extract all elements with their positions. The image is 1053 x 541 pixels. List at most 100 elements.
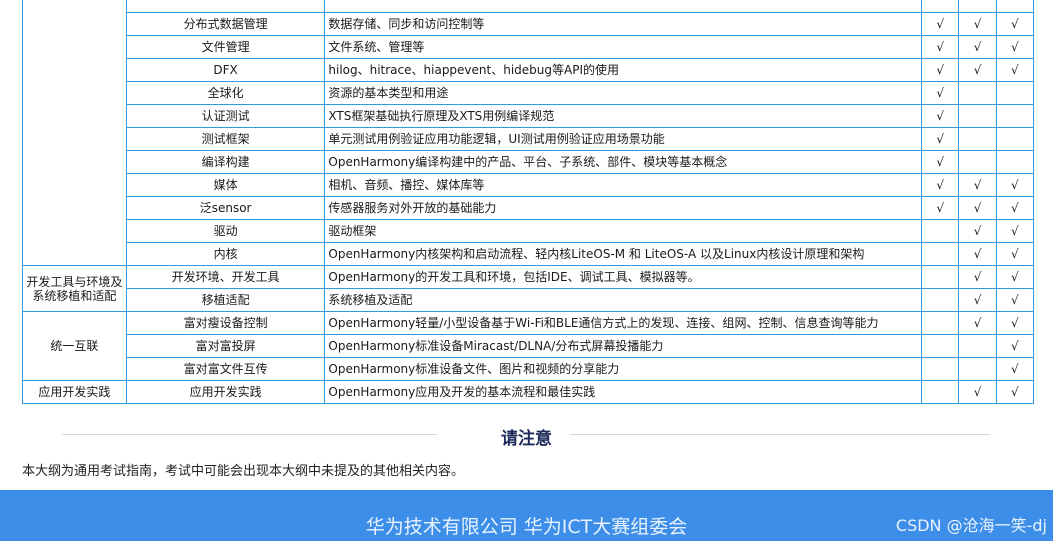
category-cell: 应用开发实践 — [22, 380, 127, 404]
check-cell — [921, 357, 960, 381]
description-cell: 资源的基本类型和用途 — [324, 81, 923, 105]
check-cell — [995, 0, 1035, 13]
description-cell: XTS框架基础执行原理及XTS用例编译规范 — [324, 104, 923, 128]
check-cell: √ — [921, 173, 960, 197]
item-cell: 内核 — [125, 242, 326, 266]
check-cell: √ — [995, 58, 1035, 82]
divider-right — [570, 434, 990, 435]
description-cell: 文件系统、管理等 — [324, 35, 923, 59]
notice-text: 本大纲为通用考试指南，考试中可能会出现本大纲中未提及的其他相关内容。 — [22, 464, 465, 479]
check-cell: √ — [958, 242, 997, 266]
check-cell: √ — [921, 58, 960, 82]
category-cell: 开发工具与环境及系统移植和适配 — [22, 265, 127, 312]
check-cell — [921, 334, 960, 358]
check-cell: √ — [921, 150, 960, 174]
item-cell: 分布式数据管理 — [125, 12, 326, 36]
check-cell — [958, 334, 997, 358]
item-cell: 测试框架 — [125, 127, 326, 151]
check-cell: √ — [921, 127, 960, 151]
description-cell: 数据存储、同步和访问控制等 — [324, 12, 923, 36]
description-cell: 系统移植及适配 — [324, 288, 923, 312]
check-cell — [995, 104, 1035, 128]
check-cell: √ — [921, 35, 960, 59]
check-cell — [921, 288, 960, 312]
check-cell: √ — [995, 12, 1035, 36]
table-row: 内核 OpenHarmony内核架构和启动流程、轻内核LiteOS-M 和 Lit… — [23, 242, 1035, 266]
check-cell — [958, 357, 997, 381]
description-cell: OpenHarmony应用及开发的基本流程和最佳实践 — [324, 380, 923, 404]
notice-header: 请注意 — [0, 422, 1053, 449]
syllabus-table: 分布式数据管理 数据存储、同步和访问控制等 √ √ √ 文件管理 文件系统、管理等 √ √ √ DF… — [22, 0, 1035, 404]
check-cell — [921, 265, 960, 289]
description-cell: OpenHarmony的开发工具和环境，包括IDE、调试工具、模拟器等。 — [324, 265, 923, 289]
check-cell — [958, 0, 997, 13]
check-cell — [921, 242, 960, 266]
table-row: 富对富文件互传 OpenHarmony标准设备文件、图片和视频的分享能力 √ — [23, 357, 1035, 381]
check-cell: √ — [958, 58, 997, 82]
check-cell: √ — [958, 35, 997, 59]
check-cell: √ — [995, 357, 1035, 381]
check-cell — [995, 127, 1035, 151]
check-cell — [958, 81, 997, 105]
check-cell: √ — [921, 12, 960, 36]
table-row: 分布式数据管理 数据存储、同步和访问控制等 √ √ √ — [23, 12, 1035, 36]
table-row: 统一互联 富对瘦设备控制 OpenHarmony轻量/小型设备基于Wi-Fi和BLE… — [22, 311, 1035, 381]
description-cell: OpenHarmony标准设备文件、图片和视频的分享能力 — [324, 357, 923, 381]
check-cell: √ — [958, 380, 997, 404]
item-cell: 移植适配 — [125, 288, 326, 312]
item-cell: 泛sensor — [125, 196, 326, 220]
check-cell: √ — [958, 196, 997, 220]
table-row: 富对富投屏 OpenHarmony标准设备Miracast/DLNA/分布式屏幕投… — [23, 334, 1035, 358]
description-cell: 单元测试用例验证应用功能逻辑，UI测试用例验证应用场景功能 — [324, 127, 923, 151]
check-cell: √ — [958, 311, 997, 335]
check-cell: √ — [995, 196, 1035, 220]
description-cell: 驱动框架 — [324, 219, 923, 243]
check-cell — [921, 380, 960, 404]
check-cell — [995, 81, 1035, 105]
check-cell: √ — [995, 219, 1035, 243]
description-cell: hilog、hitrace、hiappevent、hidebug等API的使用 — [324, 58, 923, 82]
item-cell: 开发环境、开发工具 — [125, 265, 326, 289]
check-cell: √ — [995, 265, 1035, 289]
notice-title: 请注意 — [501, 429, 552, 449]
item-cell: 富对富投屏 — [125, 334, 326, 358]
table-row: 移植适配 系统移植及适配 √ √ — [23, 288, 1035, 312]
check-cell: √ — [958, 173, 997, 197]
category-cell: 统一互联 — [22, 311, 127, 381]
item-cell: 富对瘦设备控制 — [125, 311, 326, 335]
description-cell — [324, 0, 923, 13]
table-row — [22, 0, 1035, 266]
check-cell: √ — [995, 288, 1035, 312]
description-cell: OpenHarmony内核架构和启动流程、轻内核LiteOS-M 和 LiteO… — [324, 242, 923, 266]
description-cell: OpenHarmony编译构建中的产品、平台、子系统、部件、模块等基本概念 — [324, 150, 923, 174]
check-cell: √ — [921, 81, 960, 105]
table-row: 编译构建 OpenHarmony编译构建中的产品、平台、子系统、部件、模块等基本概… — [23, 150, 1035, 174]
description-cell: OpenHarmony轻量/小型设备基于Wi-Fi和BLE通信方式上的发现、连接… — [324, 311, 923, 335]
check-cell: √ — [995, 311, 1035, 335]
check-cell: √ — [958, 288, 997, 312]
check-cell — [921, 219, 960, 243]
check-cell: √ — [995, 173, 1035, 197]
table-row: 媒体 相机、音频、播控、媒体库等 √ √ √ — [23, 173, 1035, 197]
check-cell: √ — [995, 380, 1035, 404]
check-cell: √ — [921, 104, 960, 128]
check-cell: √ — [995, 35, 1035, 59]
item-cell: 编译构建 — [125, 150, 326, 174]
check-cell — [921, 311, 960, 335]
description-cell: 传感器服务对外开放的基础能力 — [324, 196, 923, 220]
check-cell — [958, 150, 997, 174]
table-row: 应用开发实践 应用开发实践 OpenHarmony应用及开发的基本流程和最佳实践 √ √ — [22, 380, 1035, 404]
description-cell: OpenHarmony标准设备Miracast/DLNA/分布式屏幕投播能力 — [324, 334, 923, 358]
item-cell — [125, 0, 326, 13]
item-cell: 富对富文件互传 — [125, 357, 326, 381]
check-cell: √ — [921, 196, 960, 220]
table-row: DFX hilog、hitrace、hiappevent、hidebug等API的… — [23, 58, 1035, 82]
description-cell: 相机、音频、播控、媒体库等 — [324, 173, 923, 197]
item-cell: 媒体 — [125, 173, 326, 197]
check-cell: √ — [958, 12, 997, 36]
item-cell: DFX — [125, 58, 326, 82]
table-row: 泛sensor 传感器服务对外开放的基础能力 √ √ √ — [23, 196, 1035, 220]
check-cell: √ — [995, 334, 1035, 358]
item-cell: 驱动 — [125, 219, 326, 243]
category-cell — [22, 0, 127, 266]
